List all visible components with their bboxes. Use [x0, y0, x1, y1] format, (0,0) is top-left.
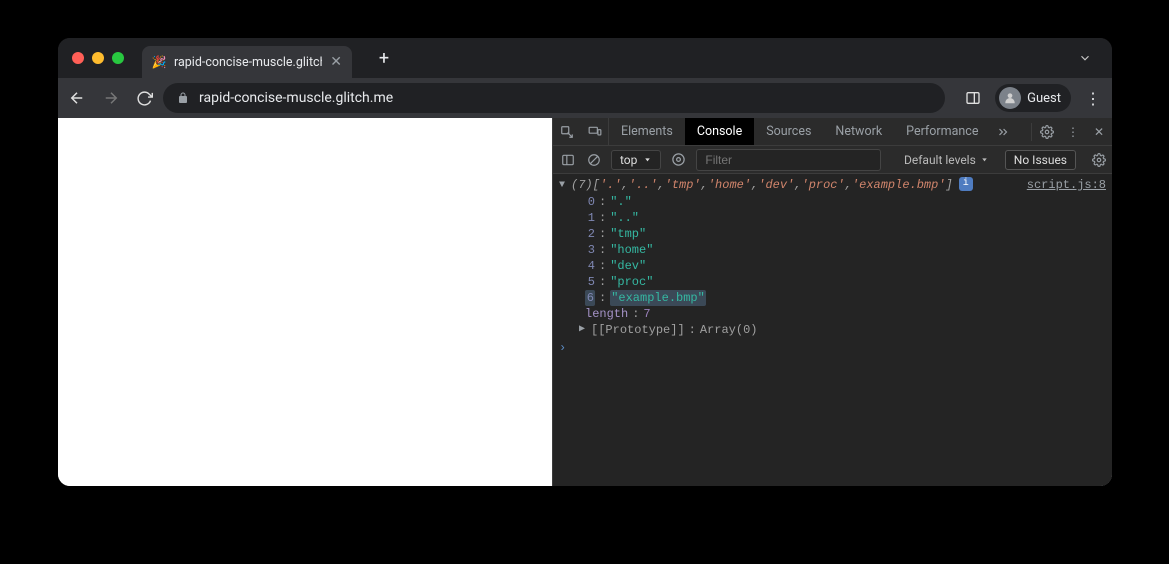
minimize-window-button[interactable] [92, 52, 104, 64]
prototype-caret-icon[interactable]: ▶ [579, 322, 585, 338]
log-levels-selector[interactable]: Default levels [904, 153, 989, 167]
length-value: 7 [643, 306, 650, 322]
array-summary-text: (7) ['.', '..', 'tmp', 'home', 'dev', 'p… [571, 177, 1015, 193]
tab-network[interactable]: Network [823, 118, 894, 145]
toggle-sidebar-button[interactable] [559, 153, 577, 167]
array-expanded-items: 0: "."1: ".."2: "tmp"3: "home"4: "dev"5:… [553, 194, 1112, 306]
device-toolbar-button[interactable] [581, 118, 609, 145]
tab-sources[interactable]: Sources [754, 118, 823, 145]
profile-button[interactable]: Guest [995, 84, 1071, 112]
maximize-window-button[interactable] [112, 52, 124, 64]
context-label: top [620, 153, 637, 167]
tab-elements[interactable]: Elements [609, 118, 685, 145]
browser-toolbar: rapid-concise-muscle.glitch.me Guest ⋮ [58, 78, 1112, 118]
forward-button[interactable] [102, 89, 120, 107]
context-selector[interactable]: top [611, 150, 661, 170]
prototype-row[interactable]: ▶ [[Prototype]]: Array(0) [553, 322, 1112, 338]
array-item-row[interactable]: 4: "dev" [579, 258, 1112, 274]
tab-search-button[interactable] [1072, 45, 1098, 71]
close-window-button[interactable] [72, 52, 84, 64]
browser-tab[interactable]: 🎉 rapid-concise-muscle.glitch.me ✕ [142, 46, 352, 78]
reload-button[interactable] [136, 90, 153, 107]
tab-performance[interactable]: Performance [894, 118, 990, 145]
log-array-summary[interactable]: (7) ['.', '..', 'tmp', 'home', 'dev', 'p… [553, 176, 1112, 194]
tab-bar: 🎉 rapid-concise-muscle.glitch.me ✕ + [58, 38, 1112, 78]
new-tab-button[interactable]: + [370, 44, 398, 72]
tab-console[interactable]: Console [685, 118, 754, 145]
browser-menu-button[interactable]: ⋮ [1085, 89, 1102, 108]
close-tab-button[interactable]: ✕ [330, 55, 342, 69]
devtools-menu-button[interactable]: ⋮ [1060, 125, 1086, 139]
console-prompt[interactable] [553, 338, 1112, 358]
browser-window: 🎉 rapid-concise-muscle.glitch.me ✕ + [58, 38, 1112, 486]
array-item-row[interactable]: 2: "tmp" [579, 226, 1112, 242]
tab-title: rapid-concise-muscle.glitch.me [174, 55, 322, 70]
array-length-row[interactable]: length: 7 [553, 306, 1112, 322]
devtools-close-button[interactable]: ✕ [1086, 125, 1112, 139]
devtools-settings-button[interactable] [1034, 125, 1060, 139]
inspect-element-button[interactable] [553, 118, 581, 145]
profile-label: Guest [1027, 91, 1061, 106]
lock-icon [177, 92, 189, 104]
array-item-row[interactable]: 5: "proc" [579, 274, 1112, 290]
levels-label: Default levels [904, 153, 976, 167]
back-button[interactable] [68, 89, 86, 107]
window-controls [72, 52, 124, 64]
info-badge-icon[interactable]: i [959, 177, 973, 191]
array-item-row[interactable]: 3: "home" [579, 242, 1112, 258]
content-area: Elements Console Sources Network Perform… [58, 118, 1112, 486]
avatar-icon [999, 87, 1021, 109]
clear-console-button[interactable] [585, 153, 603, 167]
array-item-row[interactable]: 0: "." [579, 194, 1112, 210]
console-settings-button[interactable] [1092, 153, 1106, 167]
live-expression-button[interactable] [669, 152, 688, 167]
tab-favicon-icon: 🎉 [152, 55, 166, 69]
console-toolbar: top Default levels No Issues [553, 146, 1112, 174]
address-bar[interactable]: rapid-concise-muscle.glitch.me [163, 83, 945, 113]
source-link[interactable]: script.js:8 [1015, 177, 1106, 193]
console-output[interactable]: (7) ['.', '..', 'tmp', 'home', 'dev', 'p… [553, 174, 1112, 486]
prototype-value: Array(0) [700, 322, 758, 338]
length-key: length [585, 306, 628, 322]
devtools-panel: Elements Console Sources Network Perform… [552, 118, 1112, 486]
side-panel-button[interactable] [965, 90, 981, 106]
expand-caret-icon[interactable] [559, 178, 565, 194]
devtools-tab-bar: Elements Console Sources Network Perform… [553, 118, 1112, 146]
array-item-row[interactable]: 1: ".." [579, 210, 1112, 226]
more-tabs-button[interactable] [990, 118, 1016, 145]
page-viewport[interactable] [58, 118, 552, 486]
filter-input[interactable] [696, 149, 881, 171]
issues-button[interactable]: No Issues [1005, 150, 1076, 170]
prototype-label: [[Prototype]] [591, 322, 685, 338]
url-text: rapid-concise-muscle.glitch.me [199, 90, 393, 106]
array-item-row[interactable]: 6: "example.bmp" [579, 290, 1112, 306]
